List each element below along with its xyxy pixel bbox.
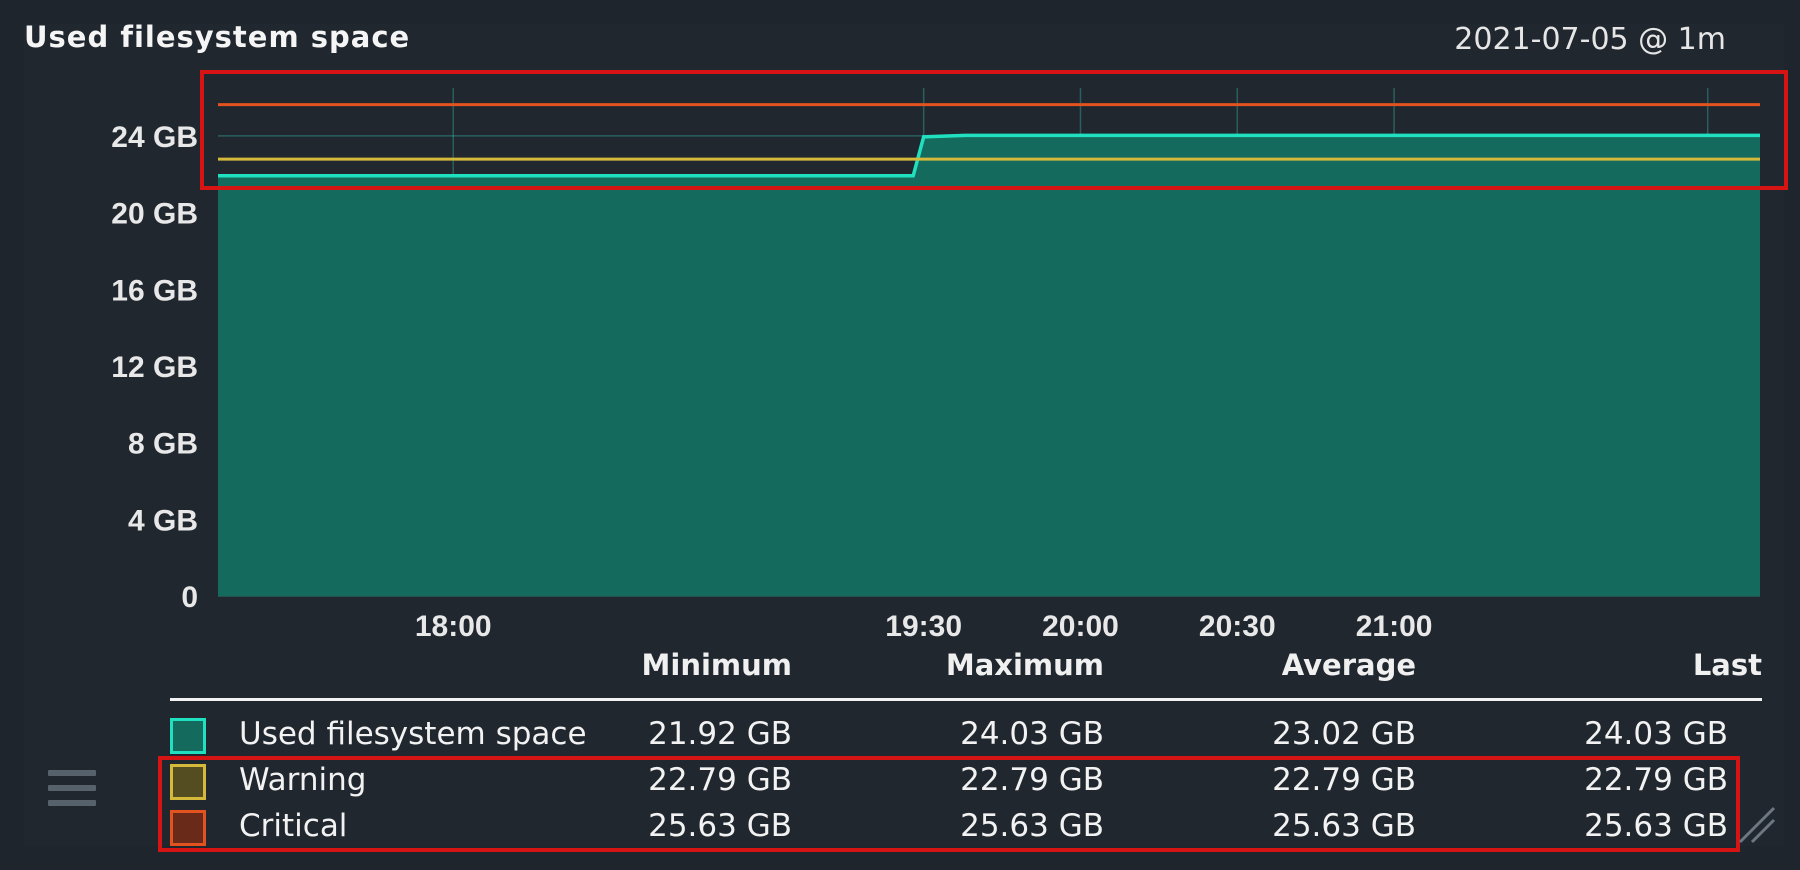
legend-header-rule xyxy=(170,698,1762,701)
y-tick-label: 24 GB xyxy=(111,121,198,154)
legend-highlight-box xyxy=(158,756,1740,852)
legend-header-last: Last xyxy=(1692,648,1762,682)
resize-handle-icon[interactable] xyxy=(1736,804,1776,844)
y-tick-label: 12 GB xyxy=(111,351,198,384)
legend-max: 24.03 GB xyxy=(960,716,1104,752)
y-tick-label: 8 GB xyxy=(128,428,198,461)
x-tick-label: 20:00 xyxy=(1042,610,1119,640)
legend-name: Used filesystem space xyxy=(239,716,587,752)
used-swatch xyxy=(170,718,206,754)
x-axis-ticks: 18:00 19:30 20:00 20:30 21:00 xyxy=(415,610,1433,640)
legend-avg: 23.02 GB xyxy=(1272,716,1416,752)
threshold-highlight-box xyxy=(200,70,1788,190)
x-tick-label: 21:00 xyxy=(1356,610,1433,640)
legend-header-maximum: Maximum xyxy=(945,648,1104,682)
legend-header-minimum: Minimum xyxy=(641,648,792,682)
legend-last: 24.03 GB xyxy=(1584,716,1728,752)
y-tick-label: 0 xyxy=(181,581,198,614)
hamburger-menu-icon[interactable] xyxy=(48,770,96,814)
x-tick-label: 18:00 xyxy=(415,610,492,640)
y-tick-label: 20 GB xyxy=(111,198,198,231)
used-space-area xyxy=(218,135,1760,597)
chart-area-layer xyxy=(218,135,1760,597)
x-tick-label: 19:30 xyxy=(885,610,962,640)
y-axis-ticks: 0 4 GB 8 GB 12 GB 16 GB 20 GB 24 GB xyxy=(111,121,198,614)
x-tick-label: 20:30 xyxy=(1199,610,1276,640)
y-tick-label: 4 GB xyxy=(128,504,198,537)
y-tick-label: 16 GB xyxy=(111,274,198,307)
legend-header-average: Average xyxy=(1281,648,1416,682)
legend-min: 21.92 GB xyxy=(648,716,792,752)
